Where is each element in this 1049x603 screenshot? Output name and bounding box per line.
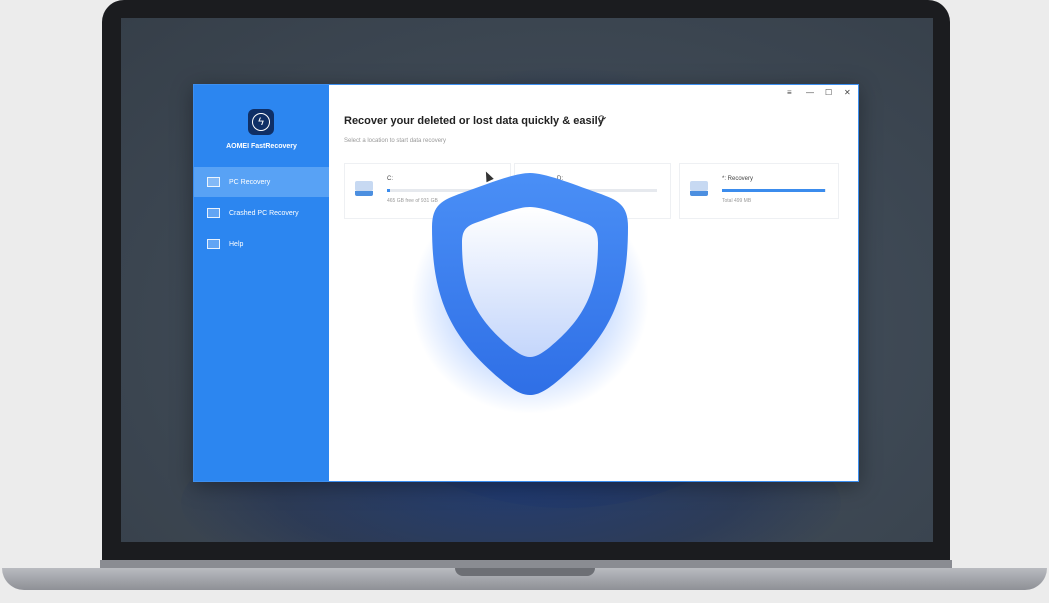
laptop-notch: [455, 568, 595, 576]
laptop-base: [0, 560, 1049, 603]
drive-icon: [690, 181, 708, 197]
drive-icon: [355, 181, 373, 197]
page-subtitle: Select a location to start data recovery: [344, 138, 447, 144]
close-icon[interactable]: ✕: [844, 88, 851, 97]
sidebar-item-label: PC Recovery: [229, 178, 271, 186]
drive-usage-bar: [722, 189, 826, 192]
app-logo-icon: ϟ: [248, 109, 274, 135]
drive-info: Total 499 MB: [722, 198, 752, 204]
sidebar-item-pc-recovery[interactable]: PC Recovery: [194, 167, 329, 197]
page-title: Recover your deleted or lost data quickl…: [344, 115, 604, 127]
app-name: AOMEI FastRecovery: [226, 143, 297, 150]
menu-icon[interactable]: ≡: [787, 88, 792, 97]
drive-name: C:: [387, 176, 393, 182]
help-icon: [207, 239, 220, 249]
sidebar-item-label: Help: [229, 240, 244, 248]
maximize-icon[interactable]: ☐: [825, 88, 832, 97]
sidebar-item-crashed-pc-recovery[interactable]: Crashed PC Recovery: [194, 198, 329, 228]
sidebar-item-help[interactable]: Help: [194, 229, 329, 259]
minimize-icon[interactable]: —: [806, 88, 814, 97]
sidebar: ϟ AOMEI FastRecovery PC Recovery Crashed…: [194, 85, 329, 481]
refresh-icon[interactable]: ⟳: [598, 114, 606, 125]
monitor-icon: [207, 177, 220, 187]
crashed-pc-icon: [207, 208, 220, 218]
drive-name: *: Recovery: [722, 176, 754, 182]
shield-icon: [400, 165, 660, 415]
drive-card-recovery[interactable]: *: Recovery Total 499 MB: [679, 163, 839, 219]
sidebar-item-label: Crashed PC Recovery: [229, 209, 299, 217]
